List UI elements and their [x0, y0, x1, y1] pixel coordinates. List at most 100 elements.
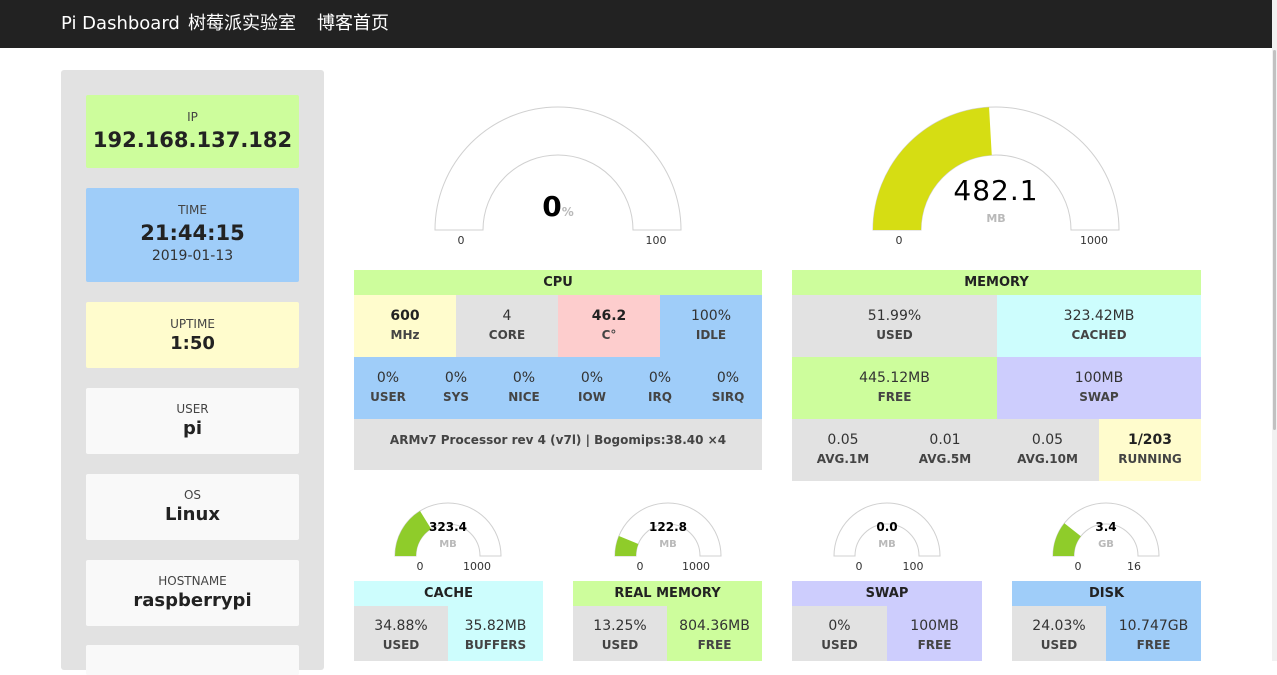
cache-gauge-max: 1000 [463, 560, 491, 573]
cache-panel-title: CACHE [354, 581, 543, 606]
disk-gauge-value: 3.4 [1095, 520, 1117, 534]
os-card: OS Linux [86, 474, 299, 540]
cpu-idle-label: IDLE [695, 328, 727, 342]
nav-link-blog[interactable]: 博客首页 [317, 0, 389, 48]
memory-gauge-max: 1000 [1080, 234, 1108, 247]
disk-free-cell: 10.747GB FREE [1106, 606, 1201, 661]
memory-cached-value: 323.42MB [1063, 308, 1135, 324]
memory-gauge-unit: MB [986, 212, 1006, 225]
cpu-stat-value: 0% [648, 370, 672, 386]
user-label: USER [176, 402, 209, 416]
disk-panel: DISK 24.03% USED 10.747GB FREE [1012, 581, 1201, 661]
cpu-panel-title: CPU [354, 270, 762, 295]
memory-panel: MEMORY 51.99% USED 323.42MB CACHED 445.1… [792, 270, 1201, 481]
cpu-stat-label: IRQ [648, 390, 672, 404]
real-memory-used-value: 13.25% [593, 618, 647, 634]
swap-free-label: FREE [917, 638, 952, 652]
memory-swap-value: 100MB [1074, 370, 1124, 386]
real-memory-gauge-max: 1000 [682, 560, 710, 573]
cpu-gauge-unit: % [561, 205, 574, 219]
real-memory-gauge-min: 0 [636, 560, 644, 573]
cpu-stat-sys: 0% SYS [422, 357, 490, 419]
cpu-gauge-max: 100 [645, 234, 667, 247]
cpu-mhz-value: 600 [390, 308, 420, 324]
cache-gauge-value: 323.4 [429, 520, 467, 534]
disk-free-label: FREE [1136, 638, 1171, 652]
real-memory-panel: REAL MEMORY 13.25% USED 804.36MB FREE [573, 581, 762, 661]
cpu-gauge-readout: 0% [500, 190, 616, 223]
cpu-stats-row: 0% USER 0% SYS 0% NICE 0% IOW 0% IRQ 0% … [354, 357, 762, 419]
memory-swap-label: SWAP [1079, 390, 1119, 404]
memory-used-cell: 51.99% USED [792, 295, 997, 357]
swap-used-cell: 0% USED [792, 606, 887, 661]
disk-panel-title: DISK [1012, 581, 1201, 606]
cpu-stat-sirq: 0% SIRQ [694, 357, 762, 419]
hostname-label: HOSTNAME [158, 574, 227, 588]
load-avg-value: 0.05 [1031, 432, 1064, 448]
memory-cached-label: CACHED [1071, 328, 1127, 342]
os-value: Linux [165, 504, 220, 525]
cache-buffers-value: 35.82MB [464, 618, 527, 634]
cpu-stat-value: 0% [512, 370, 536, 386]
running-cell: 1/203 RUNNING [1099, 419, 1201, 481]
cache-used-label: USED [382, 638, 420, 652]
cache-used-value: 34.88% [374, 618, 428, 634]
memory-cached-cell: 323.42MB CACHED [997, 295, 1201, 357]
load-avg-5m-cell: 0.01 AVG.5M [894, 419, 996, 481]
memory-free-cell: 445.12MB FREE [792, 357, 997, 419]
memory-free-value: 445.12MB [859, 370, 930, 386]
load-avg-value: 0.01 [929, 432, 961, 448]
real-memory-gauge-unit: MB [659, 539, 677, 550]
real-memory-gauge-value: 122.8 [649, 520, 687, 534]
time-value: 21:44:15 [140, 221, 245, 245]
top-navbar: Pi Dashboard 树莓派实验室 博客首页 [0, 0, 1272, 48]
kernel-card [86, 645, 299, 675]
cpu-temp-label: C° [601, 328, 617, 342]
swap-panel: SWAP 0% USED 100MB FREE [792, 581, 982, 661]
swap-panel-title: SWAP [792, 581, 982, 606]
cpu-stat-label: SIRQ [711, 390, 745, 404]
load-avg-value: 0.05 [827, 432, 859, 448]
nav-link-lab[interactable]: 树莓派实验室 [188, 0, 296, 48]
load-avg-1m-cell: 0.05 AVG.1M [792, 419, 894, 481]
cpu-temp-cell: 46.2 C° [558, 295, 660, 357]
swap-gauge-value: 0.0 [876, 520, 898, 534]
disk-free-value: 10.747GB [1118, 618, 1189, 634]
swap-gauge-min: 0 [855, 560, 863, 573]
scrollbar-thumb[interactable] [1273, 50, 1276, 430]
cache-used-cell: 34.88% USED [354, 606, 448, 661]
cpu-mhz-cell: 600 MHz [354, 295, 456, 357]
os-label: OS [183, 488, 202, 502]
swap-gauge-max: 100 [902, 560, 924, 573]
memory-used-value: 51.99% [867, 308, 922, 324]
swap-free-cell: 100MB FREE [887, 606, 982, 661]
cpu-stat-label: USER [370, 390, 406, 404]
memory-free-label: FREE [877, 390, 912, 404]
running-value: 1/203 [1127, 432, 1173, 448]
disk-used-label: USED [1040, 638, 1078, 652]
disk-used-cell: 24.03% USED [1012, 606, 1106, 661]
disk-gauge-max: 16 [1127, 560, 1141, 573]
disk-gauge-unit: GB [1098, 539, 1114, 550]
cpu-core-value: 4 [502, 308, 512, 324]
cpu-core-cell: 4 CORE [456, 295, 558, 357]
sidebar: IP 192.168.137.182 TIME 21:44:15 2019-01… [61, 70, 324, 675]
cpu-model: ARMv7 Processor rev 4 (v7l) | Bogomips:3… [354, 419, 762, 470]
memory-panel-title: MEMORY [792, 270, 1201, 295]
running-label: RUNNING [1118, 452, 1182, 466]
cpu-stat-nice: 0% NICE [490, 357, 558, 419]
swap-free-value: 100MB [910, 618, 959, 634]
memory-gauge-value: 482.1 [953, 174, 1039, 207]
cpu-idle-cell: 100% IDLE [660, 295, 762, 357]
user-card: USER pi [86, 388, 299, 454]
time-label: TIME [178, 203, 207, 217]
swap-used-label: USED [821, 638, 858, 652]
real-memory-used-label: USED [601, 638, 639, 652]
real-memory-panel-title: REAL MEMORY [573, 581, 762, 606]
cpu-stat-value: 0% [580, 370, 604, 386]
cpu-core-label: CORE [488, 328, 526, 342]
cpu-stat-value: 0% [716, 370, 740, 386]
disk-gauge-min: 0 [1074, 560, 1082, 573]
brand-link[interactable]: Pi Dashboard [61, 0, 180, 48]
hostname-card: HOSTNAME raspberrypi [86, 560, 299, 626]
